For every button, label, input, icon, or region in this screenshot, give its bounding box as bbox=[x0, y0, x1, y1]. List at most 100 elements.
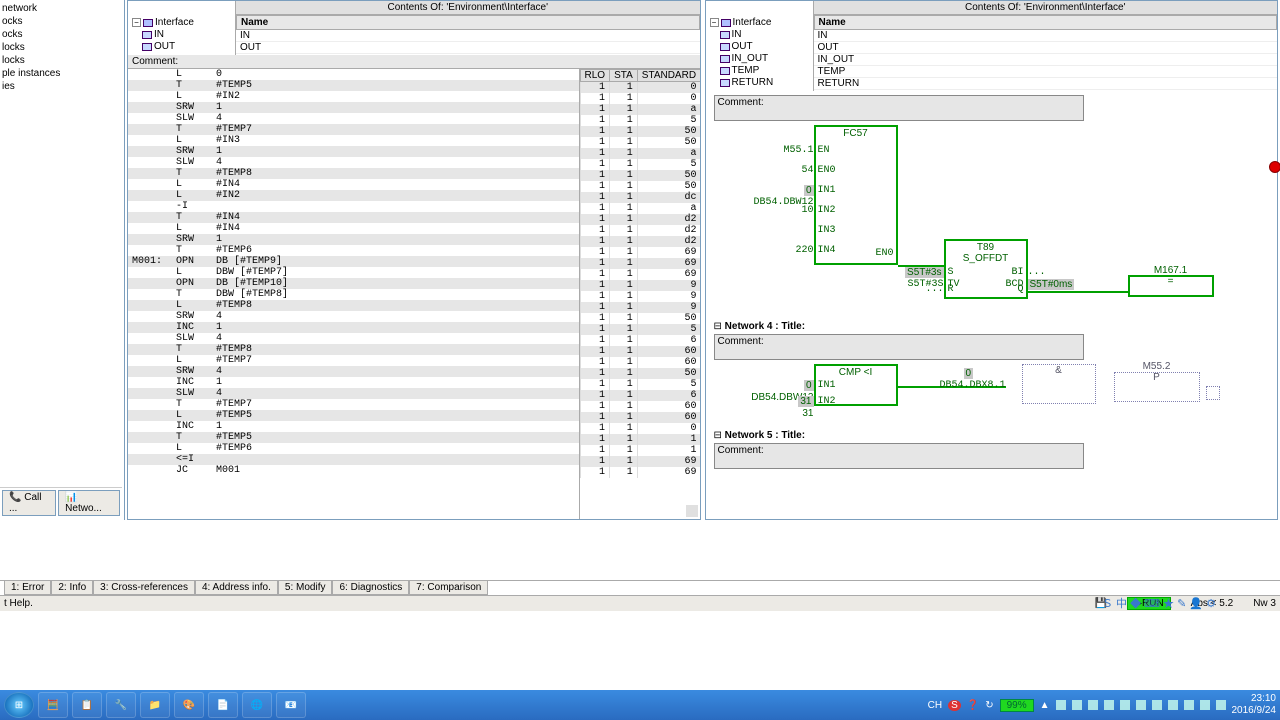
stl-row[interactable]: L#IN4 bbox=[128, 223, 579, 234]
stl-row[interactable]: LDBW [#TEMP7] bbox=[128, 267, 579, 278]
stl-row[interactable]: -I bbox=[128, 201, 579, 212]
stl-row[interactable]: <=I bbox=[128, 454, 579, 465]
stl-row[interactable]: T#TEMP8 bbox=[128, 168, 579, 179]
tree-node[interactable]: IN_OUT bbox=[710, 53, 811, 65]
fc57-block[interactable]: FC57 M55.1EN54EN00DB54.DBW12IN110IN2IN32… bbox=[814, 125, 898, 265]
stl-row[interactable]: INC1 bbox=[128, 421, 579, 432]
stl-row[interactable]: SLW4 bbox=[128, 333, 579, 344]
tree-node[interactable]: RETURN bbox=[710, 77, 811, 89]
taskbar-app-1[interactable]: 🧮 bbox=[38, 692, 68, 718]
sidebar-item[interactable]: network bbox=[0, 2, 122, 15]
tree-minus-icon[interactable]: − bbox=[132, 18, 141, 27]
sidebar-tree[interactable]: networkocksockslockslocksple instancesie… bbox=[0, 2, 122, 487]
stl-row[interactable]: SRW1 bbox=[128, 234, 579, 245]
message-tab[interactable]: 2: Info bbox=[51, 581, 93, 595]
taskbar-app-2[interactable]: 📋 bbox=[72, 692, 102, 718]
sidebar-item[interactable]: locks bbox=[0, 41, 122, 54]
t89-block[interactable]: T89S_OFFDT S5T#3s S BI ... S5T#3S TV BCD… bbox=[944, 239, 1028, 299]
stl-row[interactable]: L#TEMP5 bbox=[128, 410, 579, 421]
stl-row[interactable]: T#TEMP5 bbox=[128, 80, 579, 91]
stl-row[interactable]: L#IN4 bbox=[128, 179, 579, 190]
message-tab[interactable]: 5: Modify bbox=[278, 581, 333, 595]
m167-coil[interactable]: M167.1 = bbox=[1128, 275, 1214, 297]
stl-row[interactable]: T#TEMP7 bbox=[128, 399, 579, 410]
stl-row[interactable]: T#IN4 bbox=[128, 212, 579, 223]
sidebar-item[interactable]: ocks bbox=[0, 28, 122, 41]
m55-coil[interactable]: M55.2 P bbox=[1114, 372, 1200, 402]
tray-icon[interactable] bbox=[1136, 700, 1146, 710]
tray-icon[interactable] bbox=[1104, 700, 1114, 710]
network-4-header[interactable]: ⊟ Network 4 : Title: bbox=[714, 321, 1270, 332]
and-block[interactable]: & bbox=[1022, 364, 1096, 404]
name-row[interactable]: IN_OUT bbox=[814, 54, 1278, 66]
taskbar-clock[interactable]: 23:102016/9/24 bbox=[1232, 693, 1277, 717]
stl-code[interactable]: L0T#TEMP5L#IN2SRW1SLW4T#TEMP7L#IN3SRW1SL… bbox=[128, 69, 580, 519]
stl-row[interactable]: SRW4 bbox=[128, 366, 579, 377]
message-tab[interactable]: 7: Comparison bbox=[409, 581, 488, 595]
sidebar-tab-call[interactable]: 📞 Call ... bbox=[2, 490, 56, 516]
sidebar-item[interactable]: ple instances bbox=[0, 67, 122, 80]
tree-node[interactable]: OUT bbox=[132, 41, 233, 53]
tree-node[interactable]: IN bbox=[710, 29, 811, 41]
stl-row[interactable]: T#TEMP6 bbox=[128, 245, 579, 256]
network-5-comment[interactable]: Comment: bbox=[714, 443, 1084, 469]
tray-icon[interactable] bbox=[1088, 700, 1098, 710]
sidebar-item[interactable]: ocks bbox=[0, 15, 122, 28]
taskbar-app-3[interactable]: 🔧 bbox=[106, 692, 136, 718]
taskbar-app-6[interactable]: 📄 bbox=[208, 692, 238, 718]
stl-row[interactable]: SLW4 bbox=[128, 157, 579, 168]
taskbar-app-5[interactable]: 🎨 bbox=[174, 692, 204, 718]
stl-row[interactable]: L#IN2 bbox=[128, 91, 579, 102]
message-tab[interactable]: 6: Diagnostics bbox=[332, 581, 409, 595]
name-row[interactable]: OUT bbox=[236, 42, 700, 54]
stl-row[interactable]: INC1 bbox=[128, 377, 579, 388]
tray-icon[interactable] bbox=[1168, 700, 1178, 710]
message-tab[interactable]: 4: Address info. bbox=[195, 581, 278, 595]
tray-icon[interactable] bbox=[1120, 700, 1130, 710]
stl-row[interactable]: L#TEMP6 bbox=[128, 443, 579, 454]
tree-node[interactable]: IN bbox=[132, 29, 233, 41]
stl-row[interactable]: SLW4 bbox=[128, 113, 579, 124]
stl-row[interactable]: L#TEMP8 bbox=[128, 300, 579, 311]
tree-minus-icon[interactable]: − bbox=[710, 18, 719, 27]
stl-row[interactable]: SRW4 bbox=[128, 311, 579, 322]
tray-icon[interactable] bbox=[1152, 700, 1162, 710]
stl-row[interactable]: T#TEMP8 bbox=[128, 344, 579, 355]
name-row[interactable]: IN bbox=[236, 30, 700, 42]
stl-row[interactable]: OPNDB [#TEMP10] bbox=[128, 278, 579, 289]
stl-row[interactable]: L#TEMP7 bbox=[128, 355, 579, 366]
stl-row[interactable]: JCM001 bbox=[128, 465, 579, 476]
name-row[interactable]: IN bbox=[814, 30, 1278, 42]
stl-row[interactable]: INC1 bbox=[128, 322, 579, 333]
name-row[interactable]: TEMP bbox=[814, 66, 1278, 78]
name-row[interactable]: OUT bbox=[814, 42, 1278, 54]
sidebar-item[interactable]: locks bbox=[0, 54, 122, 67]
tray-icon[interactable] bbox=[1200, 700, 1210, 710]
message-tab[interactable]: 1: Error bbox=[4, 581, 51, 595]
tray-icon[interactable] bbox=[1056, 700, 1066, 710]
network-4-comment[interactable]: Comment: bbox=[714, 334, 1084, 360]
stl-row[interactable]: L#IN3 bbox=[128, 135, 579, 146]
network-5-header[interactable]: ⊟ Network 5 : Title: bbox=[714, 430, 1270, 441]
tree-node[interactable]: OUT bbox=[710, 41, 811, 53]
taskbar-app-8[interactable]: 📧 bbox=[276, 692, 306, 718]
tray-icon[interactable] bbox=[1072, 700, 1082, 710]
taskbar-app-4[interactable]: 📁 bbox=[140, 692, 170, 718]
start-button[interactable]: ⊞ bbox=[4, 692, 34, 718]
stl-row[interactable]: T#TEMP5 bbox=[128, 432, 579, 443]
network-4-diagram[interactable]: CMP <I 0DB54.DBW12 IN1 3131 IN2 0 DB54.D… bbox=[754, 364, 1270, 424]
system-tray[interactable]: CHS❓↻ 99% ▲ 23:102016/9/24 bbox=[928, 693, 1276, 717]
message-tab[interactable]: 3: Cross-references bbox=[93, 581, 195, 595]
stl-row[interactable]: L#IN2 bbox=[128, 190, 579, 201]
network-comment[interactable]: Comment: bbox=[714, 95, 1084, 121]
interface-tree-left[interactable]: −Interface INOUT bbox=[128, 15, 235, 55]
ime-toolbar[interactable]: Ｓ 中 ◆ ⌨ ★ ✎ 👤 ⚙ bbox=[1102, 595, 1216, 611]
interface-tree-right[interactable]: −Interface INOUTIN_OUTTEMPRETURN bbox=[706, 15, 813, 91]
sidebar-tab-network[interactable]: 📊 Netwo... bbox=[58, 490, 120, 516]
tray-icon[interactable] bbox=[1184, 700, 1194, 710]
tray-icon[interactable] bbox=[1216, 700, 1226, 710]
stl-row[interactable]: L0 bbox=[128, 69, 579, 80]
stl-row[interactable]: SRW1 bbox=[128, 102, 579, 113]
taskbar-app-7[interactable]: 🌐 bbox=[242, 692, 272, 718]
stl-row[interactable]: TDBW [#TEMP8] bbox=[128, 289, 579, 300]
